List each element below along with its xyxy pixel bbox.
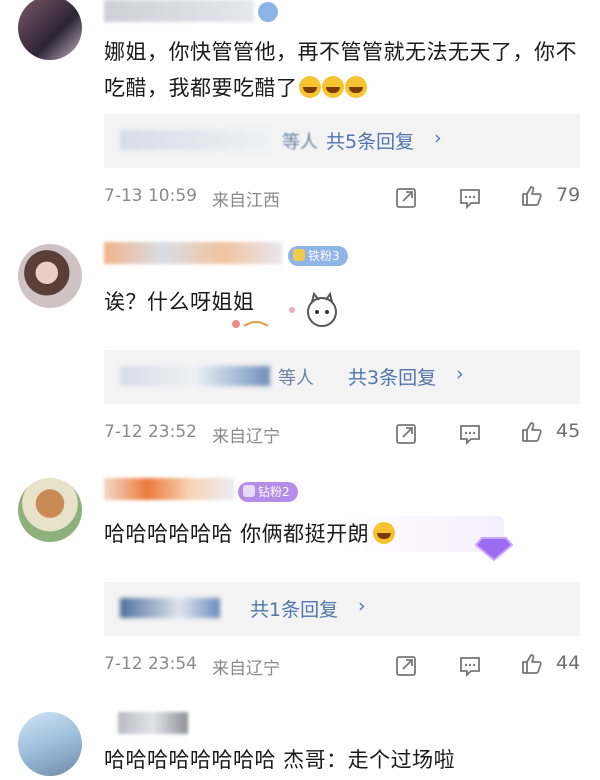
- comment-icon[interactable]: [458, 654, 482, 678]
- fan-badge: [258, 2, 278, 22]
- reply-count-link[interactable]: 共1条回复: [250, 595, 338, 622]
- comment-text: 哈哈哈哈哈哈哈哈 杰哥：走个过场啦: [104, 742, 582, 778]
- comment-text: 娜姐，你快管管他，再不管管就无法无天了，你不吃醋，我都要吃醋了: [104, 34, 582, 106]
- avatar[interactable]: [18, 244, 82, 308]
- reply-suffix: 等人: [278, 368, 314, 389]
- laughing-emoji-icon: [344, 76, 367, 98]
- share-icon[interactable]: [394, 186, 418, 210]
- reply-user-names: [120, 598, 220, 618]
- avatar[interactable]: [18, 478, 82, 542]
- fan-badge: 钻粉2: [238, 482, 298, 502]
- comment-time: 7-13 10:59: [104, 186, 197, 206]
- comment-text-content: 哈哈哈哈哈哈哈哈 杰哥：走个过场啦: [104, 748, 456, 772]
- share-icon[interactable]: [394, 422, 418, 446]
- fan-badge-label: 钻粉2: [258, 485, 290, 499]
- thumbs-up-icon[interactable]: [520, 652, 544, 676]
- username[interactable]: [104, 478, 234, 500]
- crying-emoji-icon: [373, 522, 396, 544]
- comment-icon[interactable]: [458, 422, 482, 446]
- chevron-right-icon[interactable]: ›: [456, 363, 464, 385]
- comment-text-content: 哈哈哈哈哈哈 你俩都挺开朗: [104, 522, 370, 546]
- comment-icon[interactable]: [458, 186, 482, 210]
- username[interactable]: [104, 0, 254, 22]
- reply-user-names: [120, 366, 270, 386]
- fan-badge-icon: [293, 249, 305, 261]
- comment-text: 哈哈哈哈哈哈 你俩都挺开朗: [104, 516, 504, 552]
- like-count: 44: [556, 652, 581, 674]
- fan-badge-label: 铁粉3: [308, 249, 340, 263]
- diamond-fan-icon: [474, 537, 514, 562]
- reply-preview[interactable]: 共1条回复 ›: [104, 582, 580, 636]
- thumbs-up-icon[interactable]: [520, 420, 544, 444]
- laughing-emoji-icon: [321, 76, 344, 98]
- reply-user-names: [120, 130, 270, 150]
- cat-sticker-icon: [232, 291, 337, 328]
- avatar[interactable]: [18, 712, 82, 776]
- fan-badge: 铁粉3: [288, 246, 348, 266]
- comment-location: 来自辽宁: [212, 659, 280, 679]
- share-icon[interactable]: [394, 654, 418, 678]
- laughing-emoji-icon: [298, 76, 321, 98]
- username[interactable]: [104, 242, 282, 264]
- avatar[interactable]: [18, 0, 82, 60]
- comment-time: 7-12 23:52: [104, 422, 197, 442]
- reply-suffix: 等人: [282, 132, 318, 153]
- reply-preview[interactable]: 等人 共3条回复 ›: [104, 350, 580, 404]
- username[interactable]: [118, 712, 188, 734]
- like-count: 79: [556, 184, 581, 206]
- reply-count-link[interactable]: 共3条回复: [348, 363, 436, 390]
- reply-count-link[interactable]: 共5条回复: [326, 127, 414, 154]
- reply-preview[interactable]: 等人 共5条回复 ›: [104, 114, 580, 168]
- chevron-right-icon[interactable]: ›: [358, 595, 366, 617]
- chevron-right-icon[interactable]: ›: [434, 127, 442, 149]
- thumbs-up-icon[interactable]: [520, 184, 544, 208]
- comment-location: 来自江西: [212, 191, 280, 211]
- comment-time: 7-12 23:54: [104, 654, 197, 674]
- like-count: 45: [556, 420, 581, 442]
- comment-location: 来自辽宁: [212, 427, 280, 447]
- fan-badge-icon: [243, 485, 255, 497]
